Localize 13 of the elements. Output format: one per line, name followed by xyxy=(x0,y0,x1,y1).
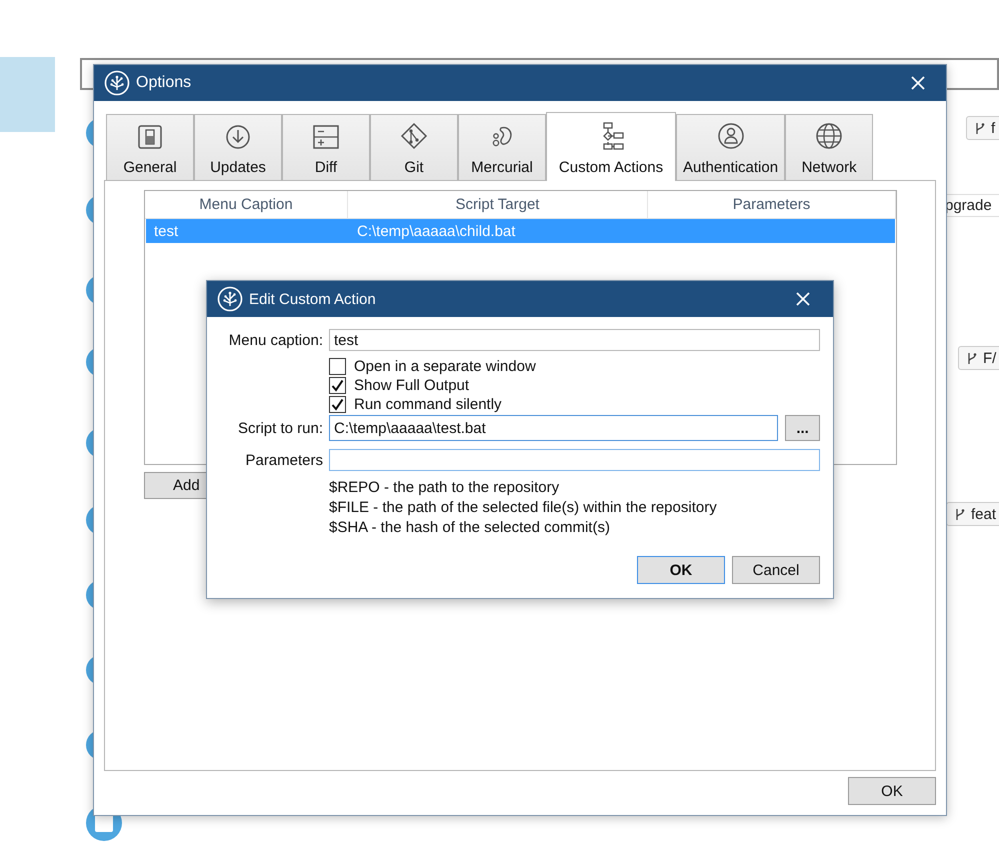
branch-name: feat xyxy=(971,506,996,522)
help-text: $FILE - the path of the selected file(s) within the repository xyxy=(329,498,718,518)
branch-name: F/ xyxy=(983,350,996,366)
field-label: Script to run: xyxy=(236,420,323,436)
help-text: $SHA - the hash of the selected commit(s) xyxy=(329,518,611,538)
table-cell-text: C:\temp\aaaaa\child.bat xyxy=(356,222,516,242)
help-text: $REPO - the path to the repository xyxy=(329,478,560,498)
field-label: Parameters xyxy=(244,452,323,468)
field-label: Menu caption: xyxy=(228,332,323,348)
window-title: Options xyxy=(136,74,192,92)
dialog-title: Edit Custom Action xyxy=(249,290,377,308)
branch-name: f xyxy=(991,120,996,136)
table-cell-text: test xyxy=(153,222,180,242)
